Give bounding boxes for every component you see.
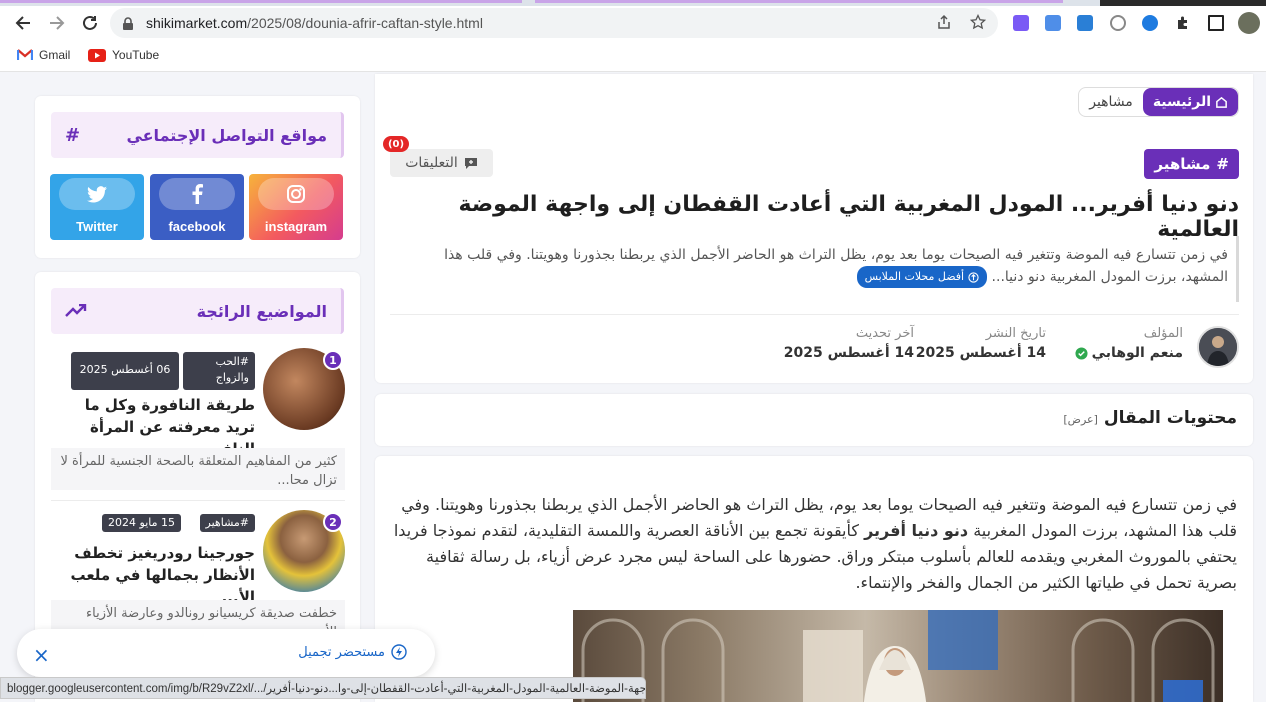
trending-divider bbox=[51, 500, 345, 501]
verified-icon bbox=[1075, 346, 1088, 360]
updated-meta: آخر تحديث 14 أغسطس 2025 bbox=[784, 326, 914, 361]
breadcrumb-home-label: الرئيسية bbox=[1152, 94, 1211, 110]
hash-icon: # bbox=[65, 124, 81, 146]
close-icon[interactable]: × bbox=[33, 643, 50, 667]
social-widget-title: مواقع التواصل الإجتماعي # bbox=[51, 112, 344, 158]
tab-other[interactable] bbox=[535, 0, 1063, 3]
article-title: دنو دنيا أفرير... المودل المغربية التي أ… bbox=[458, 192, 1239, 242]
share-icon[interactable] bbox=[936, 14, 952, 34]
facebook-label: facebook bbox=[168, 219, 226, 234]
article-body-card: في زمن تتسارع فيه الموضة وتتغير فيه الصي… bbox=[375, 456, 1253, 702]
table-of-contents[interactable]: محتويات المقال [عرض] bbox=[375, 394, 1253, 446]
date-chip: 15 مايو 2024 bbox=[102, 514, 181, 532]
published-date: 14 أغسطس 2025 bbox=[915, 345, 1046, 361]
updated-date: 14 أغسطس 2025 bbox=[783, 345, 914, 361]
bookmark-gmail-label: Gmail bbox=[39, 48, 71, 62]
extension-circle-icon[interactable] bbox=[1110, 15, 1126, 31]
trending-widget-title: المواضيع الرائجة bbox=[51, 288, 344, 334]
toc-toggle[interactable]: [عرض] bbox=[1063, 413, 1098, 426]
author-name-row[interactable]: منعم الوهابي bbox=[1075, 345, 1183, 361]
paragraph-bold-name: دنو دنيا أفرير bbox=[864, 521, 969, 540]
reload-icon[interactable] bbox=[77, 10, 103, 36]
more-button-label: أفضل محلات الملابس bbox=[864, 270, 965, 283]
sidepanel-icon[interactable] bbox=[1208, 15, 1224, 31]
toc-title: محتويات المقال bbox=[1103, 408, 1237, 428]
published-label: تاريخ النشر bbox=[985, 326, 1046, 341]
bookmark-youtube-label: YouTube bbox=[112, 48, 160, 62]
article-header-card: الرئيسية مشاهير # مشاهير التعليقات (0) د… bbox=[375, 74, 1253, 383]
breadcrumb-category[interactable]: مشاهير bbox=[1079, 88, 1143, 116]
comments-count-badge: (0) bbox=[383, 136, 409, 152]
lock-icon bbox=[122, 16, 134, 35]
bookmark-youtube[interactable]: YouTube bbox=[88, 48, 159, 62]
address-bar[interactable]: shikimarket.com/2025/08/dounia-afrir-caf… bbox=[110, 8, 998, 38]
twitter-button[interactable]: Twitter bbox=[50, 174, 144, 240]
category-badge[interactable]: # مشاهير bbox=[1144, 149, 1239, 179]
author-meta: المؤلف منعم الوهابي bbox=[1075, 326, 1183, 361]
bookmarks-bar: Gmail YouTube bbox=[0, 40, 1266, 72]
arrow-circle-icon bbox=[968, 271, 979, 283]
forward-icon[interactable] bbox=[44, 10, 70, 36]
rank-badge: 2 bbox=[323, 512, 343, 532]
tag-chip[interactable]: #مشاهير bbox=[199, 514, 255, 532]
comment-plus-icon bbox=[464, 157, 477, 169]
trending-up-icon bbox=[65, 304, 87, 317]
category-badge-label: مشاهير bbox=[1154, 155, 1211, 173]
updated-label: آخر تحديث bbox=[855, 326, 914, 341]
tab-active[interactable] bbox=[0, 0, 522, 3]
back-icon[interactable] bbox=[10, 10, 36, 36]
instagram-icon bbox=[258, 178, 334, 210]
toast-message-text: مستحضر تجميل bbox=[298, 644, 385, 660]
excerpt-text: في زمن تتسارع فيه الموضة وتتغير فيه الصي… bbox=[444, 247, 1228, 285]
puzzle-icon[interactable] bbox=[1175, 15, 1191, 31]
messenger-icon[interactable] bbox=[1142, 15, 1158, 31]
trending-title-text: المواضيع الرائجة bbox=[196, 301, 327, 321]
instagram-label: instagram bbox=[264, 219, 328, 234]
breadcrumb: الرئيسية مشاهير bbox=[1078, 87, 1239, 117]
article-excerpt: في زمن تتسارع فيه الموضة وتتغير فيه الصي… bbox=[405, 236, 1239, 302]
comments-label: التعليقات bbox=[405, 155, 458, 171]
star-icon[interactable] bbox=[969, 13, 987, 34]
extension-m-icon[interactable] bbox=[1077, 15, 1093, 31]
bookmark-gmail[interactable]: Gmail bbox=[17, 48, 70, 62]
extension-d-icon[interactable] bbox=[1013, 15, 1029, 31]
rank-badge: 1 bbox=[323, 350, 343, 370]
author-label: المؤلف bbox=[1143, 326, 1183, 341]
best-clothing-stores-link[interactable]: أفضل محلات الملابس bbox=[856, 266, 988, 288]
author-avatar[interactable] bbox=[1197, 326, 1239, 368]
tag-chip[interactable]: #الحب والزواج bbox=[183, 352, 255, 390]
date-chip: 06 أغسطس 2025 bbox=[71, 352, 179, 390]
published-meta: تاريخ النشر 14 أغسطس 2025 bbox=[916, 326, 1046, 361]
instagram-button[interactable]: instagram bbox=[249, 174, 343, 240]
link-status-bar: blogger.googleusercontent.com/img/b/R29v… bbox=[0, 677, 646, 699]
toc-header[interactable]: محتويات المقال [عرض] bbox=[1063, 408, 1237, 428]
twitter-label: Twitter bbox=[76, 219, 118, 234]
author-name: منعم الوهابي bbox=[1091, 345, 1183, 361]
promo-toast[interactable]: × مستحضر تجميل bbox=[17, 629, 435, 677]
translate-icon[interactable] bbox=[1045, 15, 1061, 31]
youtube-icon bbox=[88, 48, 106, 62]
trending-item[interactable]: 1 #الحب والزواج 06 أغسطس 2025 طريقة النا… bbox=[51, 348, 345, 490]
hash-icon: # bbox=[1216, 155, 1229, 173]
bolt-icon bbox=[391, 644, 407, 660]
url-text: shikimarket.com/2025/08/dounia-afrir-caf… bbox=[146, 15, 483, 31]
facebook-button[interactable]: facebook bbox=[150, 174, 244, 240]
article-paragraph: في زمن تتسارع فيه الموضة وتتغير فيه الصي… bbox=[389, 492, 1237, 596]
social-title-text: مواقع التواصل الإجتماعي bbox=[126, 125, 327, 145]
facebook-icon bbox=[159, 178, 235, 210]
toast-message[interactable]: مستحضر تجميل bbox=[298, 644, 407, 660]
breadcrumb-home[interactable]: الرئيسية bbox=[1142, 88, 1238, 116]
profile-avatar[interactable] bbox=[1238, 12, 1260, 34]
comments-button[interactable]: التعليقات bbox=[390, 149, 493, 177]
browser-toolbar: shikimarket.com/2025/08/dounia-afrir-caf… bbox=[0, 6, 1266, 40]
twitter-icon bbox=[59, 178, 135, 210]
trending-title[interactable]: جورجينا رودريغيز تخطف الأنظار بجمالها في… bbox=[51, 542, 255, 608]
header-divider bbox=[390, 314, 1239, 315]
article-hero-image[interactable] bbox=[573, 610, 1223, 702]
home-icon bbox=[1216, 96, 1227, 108]
trending-excerpt: كثير من المفاهيم المتعلقة بالصحة الجنسية… bbox=[51, 448, 345, 490]
gmail-icon bbox=[17, 49, 33, 60]
social-widget: مواقع التواصل الإجتماعي # instagram face… bbox=[35, 96, 360, 258]
